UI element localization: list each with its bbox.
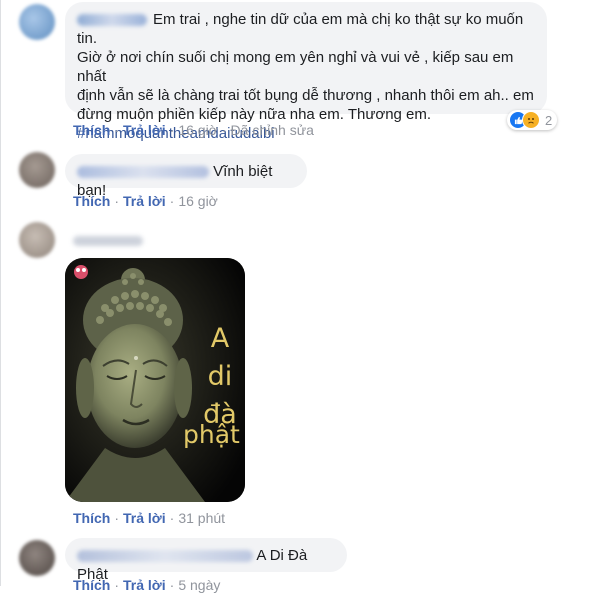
comment-actions: Thích · Trả lời · 31 phút <box>73 510 226 526</box>
comment-actions: Thích · Trả lời · 16 giờ · Đã chỉnh sửa <box>73 122 314 138</box>
commenter-name[interactable] <box>77 14 147 27</box>
avatar[interactable] <box>19 152 55 188</box>
reaction-count: 2 <box>545 112 553 128</box>
timestamp[interactable]: 5 ngày <box>178 577 220 593</box>
timestamp[interactable]: 16 giờ <box>178 122 218 138</box>
edited-label: Đã chỉnh sửa <box>230 122 314 138</box>
timestamp[interactable]: 16 giờ <box>178 193 218 209</box>
comment-bubble: Em trai , nghe tin dữ của em mà chị ko t… <box>65 2 547 142</box>
reply-link[interactable]: Trả lời <box>123 122 166 138</box>
commenter-name[interactable] <box>73 236 143 246</box>
commenter-name[interactable] <box>77 550 253 563</box>
avatar[interactable] <box>19 222 55 258</box>
like-link[interactable]: Thích <box>73 122 110 138</box>
comment-bubble: Vĩnh biệt bạn! <box>65 154 307 199</box>
comment-line: định vẫn sẽ là chàng trai tốt bụng dễ th… <box>77 87 534 104</box>
like-link[interactable]: Thích <box>73 510 110 526</box>
comment-actions: Thích · Trả lời · 5 ngày <box>73 577 221 593</box>
commenter-name[interactable] <box>77 166 209 179</box>
comment-line: Em trai , nghe tin dữ của em mà chị ko t… <box>77 11 524 47</box>
comment-image[interactable]: A di đà phật <box>65 258 245 502</box>
reaction-summary[interactable]: 2 <box>507 110 558 130</box>
image-caption: A di đà <box>203 323 237 430</box>
like-link[interactable]: Thích <box>73 193 110 209</box>
reply-link[interactable]: Trả lời <box>123 577 166 593</box>
comment-line: Giờ ở nơi chín suối chị mong em yên nghỉ… <box>77 49 514 85</box>
timestamp[interactable]: 31 phút <box>178 510 225 526</box>
reply-link[interactable]: Trả lời <box>123 193 166 209</box>
comment-actions: Thích · Trả lời · 16 giờ <box>73 193 218 209</box>
avatar[interactable] <box>19 540 55 576</box>
avatar[interactable] <box>19 4 55 40</box>
image-caption-last: phật <box>183 420 240 449</box>
reply-link[interactable]: Trả lời <box>123 510 166 526</box>
comment-bubble: A Di Đà Phật <box>65 538 347 583</box>
like-link[interactable]: Thích <box>73 577 110 593</box>
sad-icon <box>522 111 540 129</box>
